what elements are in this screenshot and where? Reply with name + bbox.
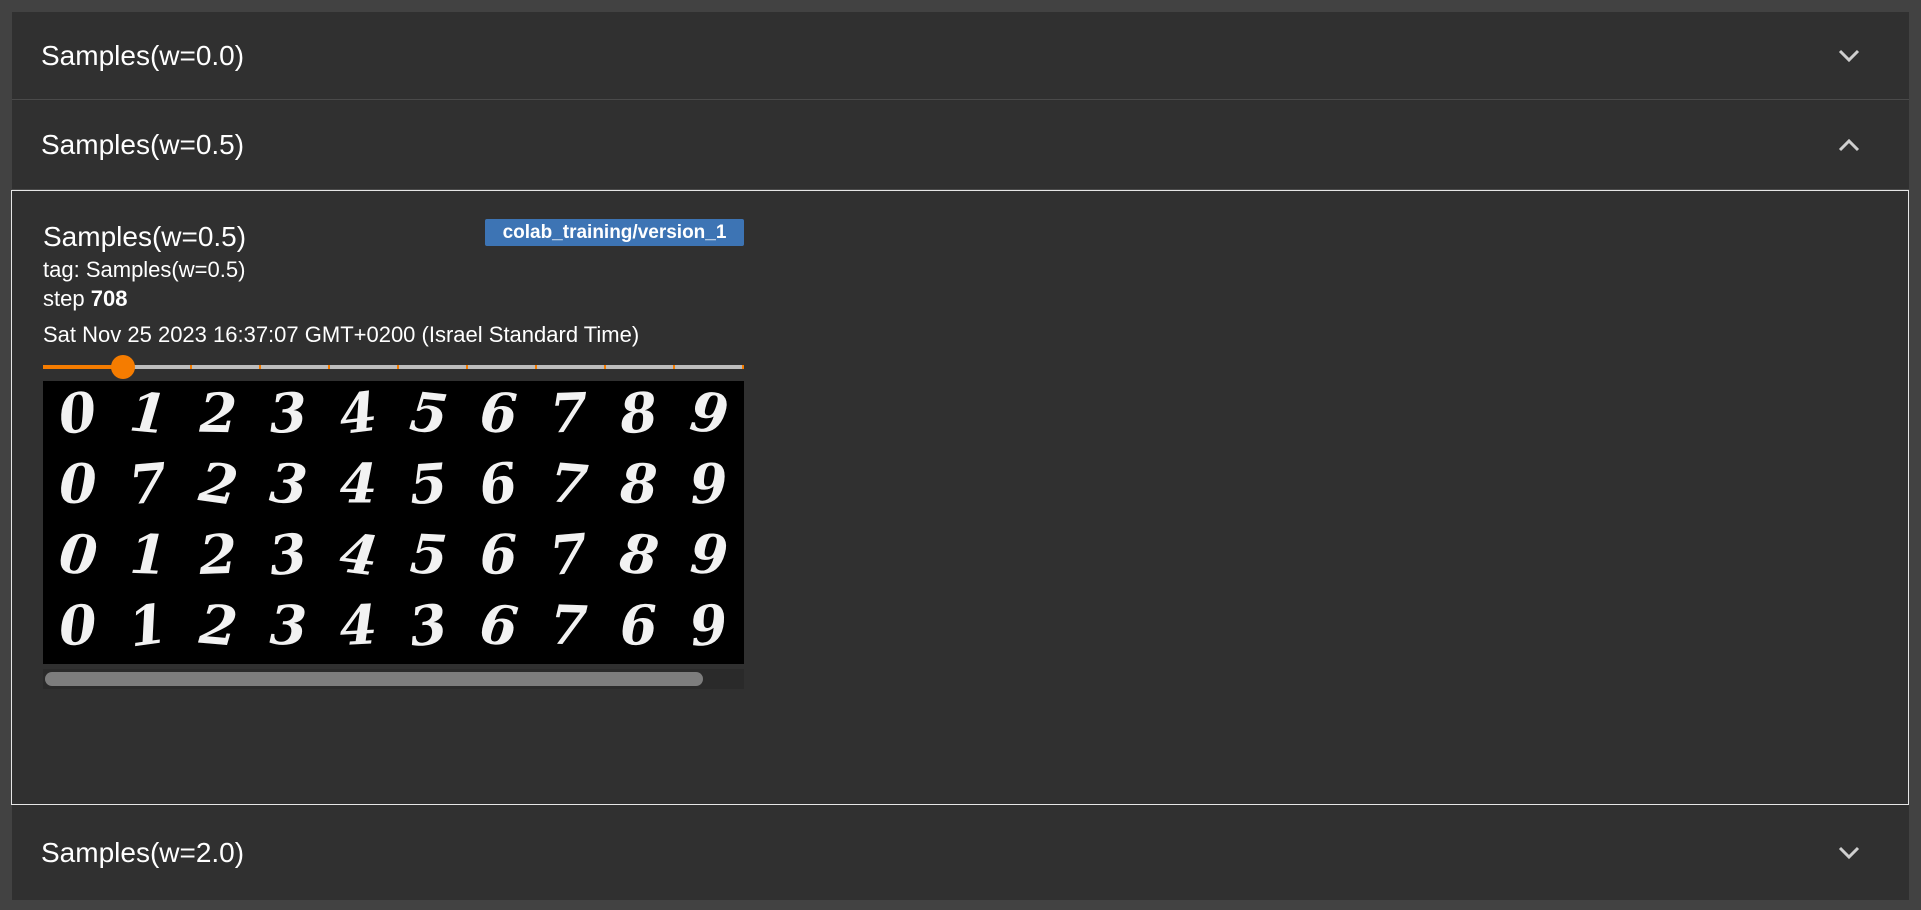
digit-sample: 0 (59, 451, 98, 516)
tag-label: tag: (43, 257, 80, 282)
digit-sample: 9 (688, 521, 730, 587)
slider-tick (673, 365, 676, 369)
digit-sample: 7 (126, 450, 169, 517)
digit-sample: 2 (198, 381, 238, 445)
mnist-digit-grid-image: 0 1 2 3 4 5 6 7 8 90 7 2 3 4 5 6 7 8 90 1 2 3 4 5 6 7 8 90 1 2 3 4 3 6 7 6 9 (54, 381, 732, 660)
digit-sample: 3 (268, 450, 310, 516)
slider-track[interactable] (43, 365, 744, 369)
tag-value: Samples(w=0.5) (85, 257, 246, 282)
slider-tick (190, 365, 192, 369)
digit-sample: 5 (407, 381, 451, 447)
slider-tick (742, 365, 745, 369)
section-title: Samples(w=0.0) (41, 39, 245, 71)
digit-sample: 4 (338, 592, 379, 658)
step-value: 708 (90, 286, 128, 311)
digit-sample: 1 (125, 591, 171, 660)
digit-sample: 3 (266, 521, 310, 589)
digit-sample: 9 (688, 451, 729, 517)
chevron-down-icon[interactable] (1833, 837, 1865, 869)
scrollbar-thumb[interactable] (45, 672, 703, 686)
timestamp: Sat Nov 25 2023 16:37:07 GMT+0200 (Israe… (43, 322, 640, 347)
digit-sample: 2 (197, 522, 238, 587)
digit-sample: 4 (340, 452, 378, 516)
digit-sample: 3 (406, 591, 451, 659)
section-header-w-2-0[interactable]: Samples(w=2.0) (12, 806, 1909, 900)
digit-sample: 9 (687, 381, 732, 447)
card-title: Samples(w=0.5) (43, 221, 247, 252)
digit-sample: 6 (479, 381, 519, 446)
slider-tick (397, 365, 400, 369)
section-title: Samples(w=2.0) (41, 837, 245, 868)
digit-sample: 6 (477, 591, 521, 659)
digit-sample: 0 (54, 381, 100, 447)
chevron-up-icon[interactable] (1833, 129, 1865, 161)
section-header-w-0-5[interactable]: Samples(w=0.5) (12, 101, 1909, 190)
digit-sample: 0 (56, 521, 100, 589)
digit-sample: 1 (127, 381, 170, 446)
digit-sample: 6 (619, 593, 659, 658)
image-card: Samples(w=0.5) colab_training/version_1 … (11, 190, 1909, 805)
digit-sample: 5 (408, 521, 449, 587)
slider-tick (466, 365, 469, 369)
digit-sample: 7 (547, 521, 590, 588)
slider-tick (604, 365, 607, 369)
digit-sample: 3 (269, 593, 308, 658)
digit-sample: 6 (479, 522, 518, 587)
sample-image: 0123456789072345678901234567890123436769 (43, 381, 744, 664)
digit-sample: 1 (128, 522, 168, 587)
digit-sample: 0 (57, 592, 99, 658)
tag-line: tag: Samples(w=0.5) (43, 257, 245, 283)
slider-thumb[interactable] (110, 355, 135, 379)
slider-tick (328, 365, 331, 369)
digit-sample: 8 (619, 451, 659, 516)
slider-tick (535, 365, 538, 369)
digit-sample: 8 (615, 381, 660, 447)
digit-sample: 7 (549, 593, 589, 658)
step-slider[interactable] (43, 353, 745, 383)
digit-sample: 7 (547, 450, 590, 517)
run-badge: colab_training/version_1 (485, 219, 744, 246)
digit-sample: 8 (615, 520, 662, 589)
digit-sample: 4 (335, 381, 380, 447)
step-label: step (43, 286, 85, 311)
digit-sample: 2 (196, 592, 240, 659)
digit-sample: 7 (549, 381, 589, 446)
section-header-w-0-0[interactable]: Samples(w=0.0) (12, 12, 1909, 100)
digit-sample: 3 (268, 381, 309, 446)
step-line: step 708 (43, 286, 127, 312)
digit-sample: 4 (336, 520, 381, 588)
digit-sample: 2 (195, 449, 242, 518)
digit-sample: 6 (475, 449, 521, 518)
digit-sample: 5 (407, 450, 449, 516)
chevron-down-icon[interactable] (1833, 40, 1865, 72)
horizontal-scrollbar[interactable] (43, 669, 744, 689)
slider-tick (259, 365, 262, 369)
digit-sample: 9 (687, 591, 731, 659)
section-title: Samples(w=0.5) (41, 129, 245, 160)
